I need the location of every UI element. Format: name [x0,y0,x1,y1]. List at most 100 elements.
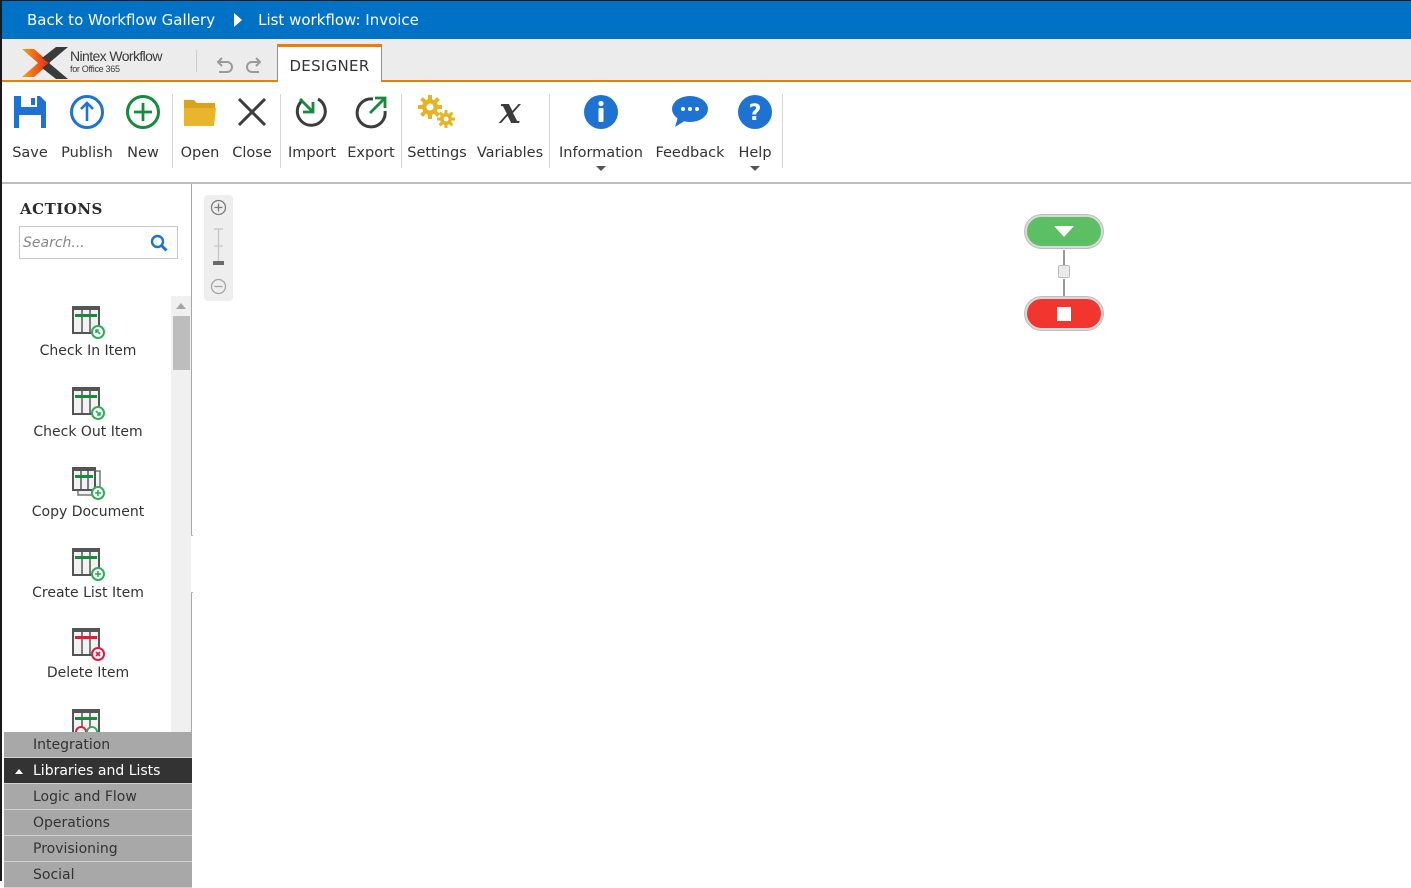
save-button[interactable]: Save [10,92,50,172]
variables-label: Variables [476,145,544,161]
information-dropdown-caret-icon [596,166,606,171]
gears-icon [418,95,455,128]
zoom-control [204,195,233,301]
actions-panel: ACTIONS Check In [4,184,192,888]
category-label: Libraries and Lists [33,763,161,779]
zoom-in-icon[interactable] [210,199,227,216]
help-button[interactable]: ? Help [735,92,775,172]
divider [782,94,783,168]
export-button[interactable]: Export [346,92,396,172]
check-in-item-icon [72,306,105,339]
workflow-start-node[interactable] [1025,215,1103,248]
list-action-icon [72,709,100,732]
workflow-title: List workflow: Invoice [258,11,419,29]
nintex-x-logo-icon [22,47,68,79]
variable-x-icon: x [498,94,521,130]
zoom-slider[interactable] [212,227,225,267]
publish-icon [70,95,104,129]
create-list-item-icon [72,548,105,581]
feedback-label: Feedback [655,145,725,161]
divider [172,94,173,168]
redo-icon [246,57,262,73]
action-check-in-item[interactable]: Check In Item [4,305,172,383]
import-icon [295,97,327,127]
collapse-arrow-icon [15,769,23,774]
action-partial[interactable] [4,708,172,732]
information-button[interactable]: Information [558,92,644,172]
publish-label: Publish [61,145,113,161]
divider [549,94,550,168]
publish-button[interactable]: Publish [60,92,114,172]
ribbon-toolbar: Save Publish New Open Close Import Expor… [2,82,1411,184]
category-integration[interactable]: Integration [4,732,192,758]
close-button[interactable]: Close [232,92,272,172]
category-social[interactable]: Social [4,862,192,888]
action-create-list-item[interactable]: Create List Item [4,547,172,625]
help-icon: ? [738,95,772,129]
action-search-input[interactable] [23,233,143,253]
chat-bubble-icon [672,96,708,127]
category-libraries-and-lists[interactable]: Libraries and Lists [4,758,192,784]
action-label: Delete Item [46,665,130,681]
plus-circle-icon [126,95,160,129]
settings-label: Settings [407,145,467,161]
check-out-item-icon [72,387,105,420]
action-list-scrollbar[interactable] [171,296,191,732]
action-check-out-item[interactable]: Check Out Item [4,386,172,464]
copy-document-icon [72,467,105,500]
new-label: New [127,145,159,161]
help-dropdown-caret-icon [750,166,760,171]
feedback-button[interactable]: Feedback [654,92,726,172]
category-label: Provisioning [33,841,118,857]
open-button[interactable]: Open [180,92,220,172]
back-to-gallery-link[interactable]: Back to Workflow Gallery [27,11,215,29]
connector-line [1063,250,1065,265]
action-label: Check Out Item [33,424,143,440]
action-label: Copy Document [31,504,145,520]
svg-text:?: ? [749,101,762,126]
category-operations[interactable]: Operations [4,810,192,836]
action-search-box [19,226,178,259]
workflow-canvas[interactable] [193,184,1411,881]
tab-strip: Nintex Workflow for Office 365 DESIGNER [2,39,1411,84]
app-window: Back to Workflow Gallery List workflow: … [0,0,1411,888]
category-logic-and-flow[interactable]: Logic and Flow [4,784,192,810]
save-label: Save [12,145,48,161]
tab-designer[interactable]: DESIGNER [277,44,382,84]
divider [401,94,402,168]
action-copy-document[interactable]: Copy Document [4,466,172,544]
new-button[interactable]: New [123,92,163,172]
stop-square-icon [1057,306,1071,321]
top-navigation-bar: Back to Workflow Gallery List workflow: … [2,0,1411,39]
export-icon [355,96,387,129]
brand-subtitle: for Office 365 [70,64,120,74]
scroll-up-arrow-icon[interactable] [176,303,186,309]
category-label: Integration [33,737,111,753]
undo-button[interactable] [213,55,235,77]
folder-icon [184,100,216,126]
action-delete-item[interactable]: Delete Item [4,627,172,705]
brand-name: Nintex Workflow [70,48,162,64]
breadcrumb-arrow-icon [234,13,243,27]
close-label: Close [232,145,272,161]
undo-icon [216,57,233,73]
import-button[interactable]: Import [286,92,338,172]
scrollbar-thumb[interactable] [173,316,190,370]
actions-title: ACTIONS [20,200,103,218]
action-categories: Integration Libraries and Lists Logic an… [4,732,192,888]
zoom-out-icon[interactable] [210,278,227,295]
workflow-drop-zone[interactable] [1058,265,1070,278]
help-label: Help [738,145,772,161]
save-icon [14,96,46,128]
category-label: Logic and Flow [33,789,137,805]
variables-button[interactable]: x Variables [476,92,544,172]
workflow-end-node[interactable] [1025,297,1103,330]
information-label: Information [559,145,643,161]
category-provisioning[interactable]: Provisioning [4,836,192,862]
export-label: Export [347,145,395,161]
redo-button[interactable] [243,55,265,77]
settings-button[interactable]: Settings [407,92,467,172]
open-label: Open [180,145,220,161]
start-triangle-icon [1054,225,1074,237]
search-icon[interactable] [150,234,168,252]
